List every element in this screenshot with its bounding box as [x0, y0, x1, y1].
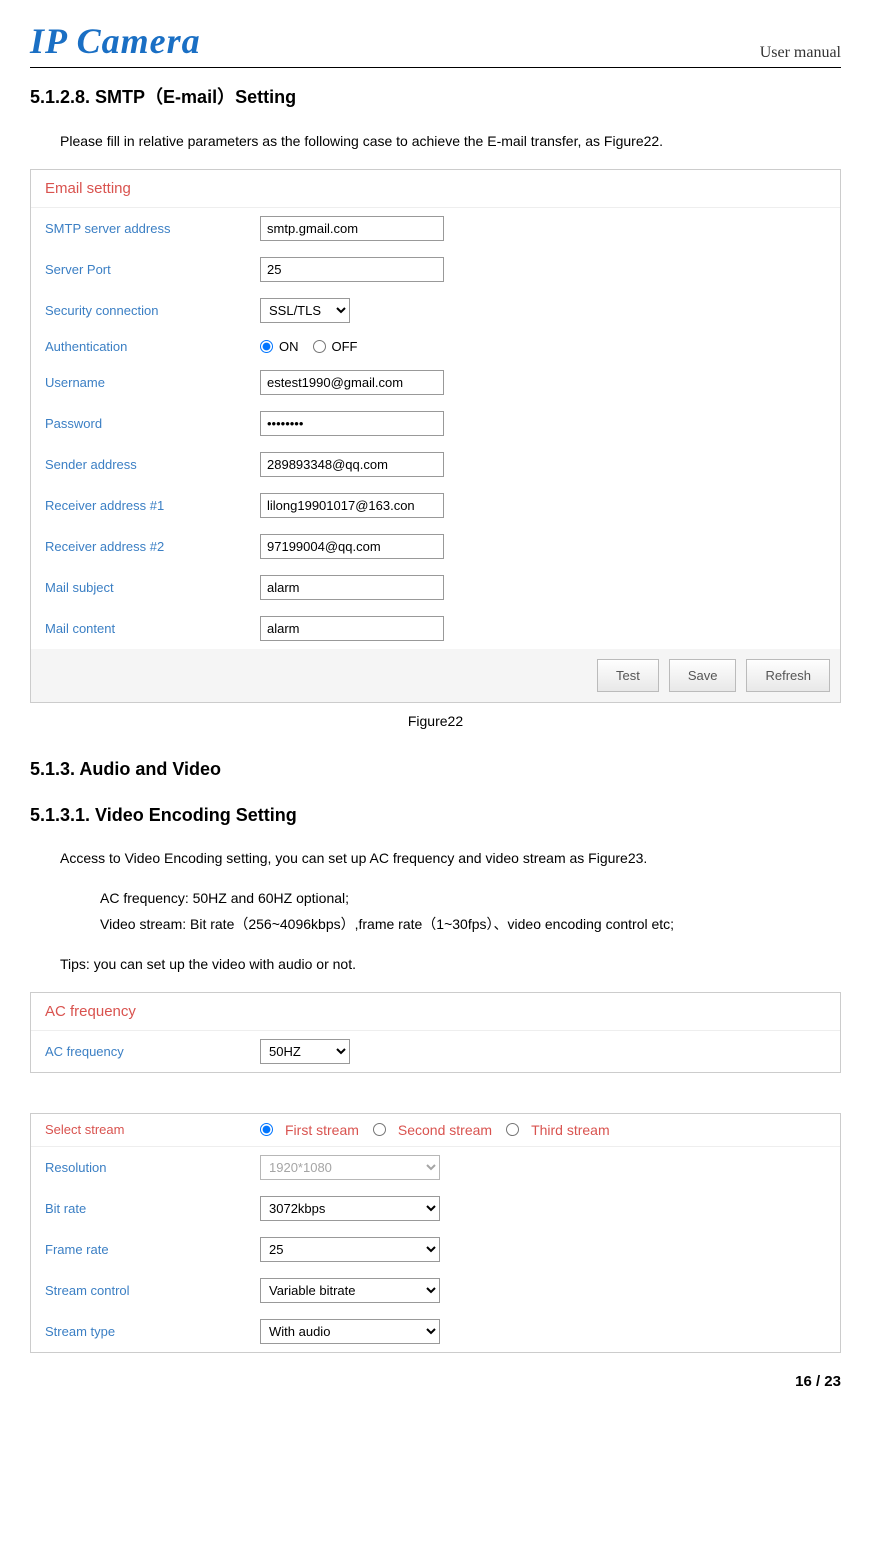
test-button[interactable]: Test: [597, 659, 659, 692]
video-encoding-title: 5.1.3.1. Video Encoding Setting: [30, 805, 841, 826]
receiver2-row: Receiver address #2: [31, 526, 840, 567]
password-row: Password: [31, 403, 840, 444]
select-stream-title: Select stream: [45, 1122, 260, 1137]
select-stream-panel: Select stream First stream Second stream…: [30, 1113, 841, 1353]
resolution-select: 1920*1080: [260, 1155, 440, 1180]
framerate-row: Frame rate 25: [31, 1229, 840, 1270]
logo: IP Camera: [30, 20, 201, 62]
server-port-label: Server Port: [45, 262, 260, 277]
content-input[interactable]: [260, 616, 444, 641]
sender-input[interactable]: [260, 452, 444, 477]
username-label: Username: [45, 375, 260, 390]
password-input[interactable]: [260, 411, 444, 436]
ac-panel-header: AC frequency: [31, 993, 840, 1031]
email-button-bar: Test Save Refresh: [31, 649, 840, 702]
figure22-caption: Figure22: [30, 713, 841, 729]
smtp-intro: Please fill in relative parameters as th…: [60, 129, 841, 154]
security-row: Security connection SSL/TLS: [31, 290, 840, 331]
resolution-row: Resolution 1920*1080: [31, 1147, 840, 1188]
smtp-server-input[interactable]: [260, 216, 444, 241]
tips-line: Tips: you can set up the video with audi…: [60, 952, 841, 977]
streamtype-select[interactable]: With audio: [260, 1319, 440, 1344]
streamcontrol-row: Stream control Variable bitrate: [31, 1270, 840, 1311]
auth-off-radio[interactable]: [313, 340, 326, 353]
save-button[interactable]: Save: [669, 659, 737, 692]
resolution-label: Resolution: [45, 1160, 260, 1175]
streamtype-row: Stream type With audio: [31, 1311, 840, 1352]
subject-row: Mail subject: [31, 567, 840, 608]
receiver1-input[interactable]: [260, 493, 444, 518]
subject-label: Mail subject: [45, 580, 260, 595]
ac-frequency-select[interactable]: 50HZ: [260, 1039, 350, 1064]
select-stream-header-row: Select stream First stream Second stream…: [31, 1114, 840, 1147]
smtp-section-title: 5.1.2.8. SMTP（E-mail）Setting: [30, 83, 841, 109]
bitrate-label: Bit rate: [45, 1201, 260, 1216]
page-number: 16 / 23: [30, 1373, 841, 1390]
username-row: Username: [31, 362, 840, 403]
receiver1-label: Receiver address #1: [45, 498, 260, 513]
smtp-server-label: SMTP server address: [45, 221, 260, 236]
receiver2-label: Receiver address #2: [45, 539, 260, 554]
auth-on-label: ON: [279, 339, 299, 354]
password-label: Password: [45, 416, 260, 431]
header-subtitle: User manual: [760, 44, 841, 62]
audio-video-title: 5.1.3. Audio and Video: [30, 759, 841, 780]
content-label: Mail content: [45, 621, 260, 636]
auth-row: Authentication ON OFF: [31, 331, 840, 362]
auth-on-radio[interactable]: [260, 340, 273, 353]
email-panel-header: Email setting: [31, 170, 840, 208]
third-stream-label: Third stream: [531, 1122, 610, 1138]
email-setting-panel: Email setting SMTP server address Server…: [30, 169, 841, 703]
security-label: Security connection: [45, 303, 260, 318]
ac-frequency-panel: AC frequency AC frequency 50HZ: [30, 992, 841, 1073]
subject-input[interactable]: [260, 575, 444, 600]
ac-frequency-row: AC frequency 50HZ: [31, 1031, 840, 1072]
video-intro: Access to Video Encoding setting, you ca…: [60, 846, 841, 871]
first-stream-label: First stream: [285, 1122, 359, 1138]
second-stream-radio[interactable]: [373, 1123, 386, 1136]
server-port-input[interactable]: [260, 257, 444, 282]
ac-frequency-line: AC frequency: 50HZ and 60HZ optional;: [100, 886, 841, 911]
ac-frequency-label: AC frequency: [45, 1044, 260, 1059]
security-select[interactable]: SSL/TLS: [260, 298, 350, 323]
server-port-row: Server Port: [31, 249, 840, 290]
receiver1-row: Receiver address #1: [31, 485, 840, 526]
bitrate-row: Bit rate 3072kbps: [31, 1188, 840, 1229]
page-header: IP Camera User manual: [30, 20, 841, 68]
auth-off-label: OFF: [332, 339, 358, 354]
framerate-label: Frame rate: [45, 1242, 260, 1257]
first-stream-radio[interactable]: [260, 1123, 273, 1136]
streamtype-label: Stream type: [45, 1324, 260, 1339]
sender-row: Sender address: [31, 444, 840, 485]
refresh-button[interactable]: Refresh: [746, 659, 830, 692]
stream-radio-group: First stream Second stream Third stream: [260, 1122, 620, 1138]
content-row: Mail content: [31, 608, 840, 649]
streamcontrol-select[interactable]: Variable bitrate: [260, 1278, 440, 1303]
bitrate-select[interactable]: 3072kbps: [260, 1196, 440, 1221]
smtp-server-row: SMTP server address: [31, 208, 840, 249]
video-stream-line: Video stream: Bit rate（256~4096kbps）,fra…: [100, 912, 841, 937]
sender-label: Sender address: [45, 457, 260, 472]
framerate-select[interactable]: 25: [260, 1237, 440, 1262]
second-stream-label: Second stream: [398, 1122, 492, 1138]
receiver2-input[interactable]: [260, 534, 444, 559]
third-stream-radio[interactable]: [506, 1123, 519, 1136]
auth-label: Authentication: [45, 339, 260, 354]
username-input[interactable]: [260, 370, 444, 395]
streamcontrol-label: Stream control: [45, 1283, 260, 1298]
auth-radio-group: ON OFF: [260, 339, 368, 354]
